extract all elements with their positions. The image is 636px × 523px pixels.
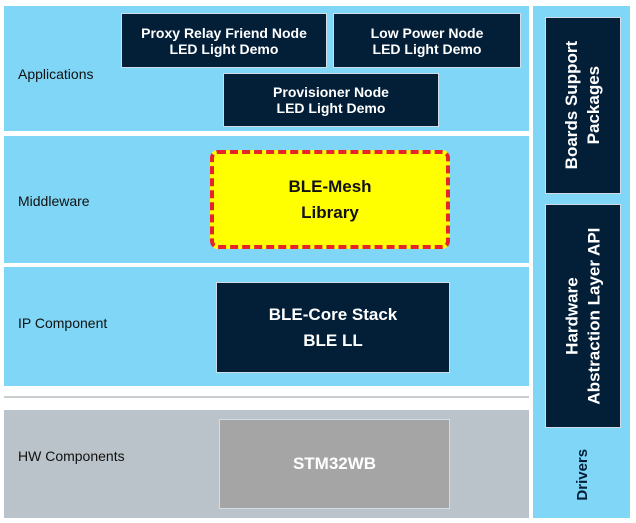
- middleware-label: Middleware: [18, 193, 90, 209]
- box-line: LED Light Demo: [169, 40, 279, 57]
- box-line: Library: [301, 202, 359, 222]
- ip-component-label: IP Component: [18, 315, 108, 331]
- stm32wb-box: STM32WB: [219, 419, 450, 509]
- box-line: BLE LL: [303, 330, 363, 350]
- divider-line: [4, 396, 529, 398]
- box-line: LED Light Demo: [276, 100, 386, 116]
- hw-components-label: HW Components: [18, 448, 125, 464]
- applications-label: Applications: [18, 66, 94, 82]
- box-line: Provisioner Node: [273, 84, 389, 100]
- box-line: STM32WB: [292, 454, 377, 473]
- low-power-node-box: Low Power Node LED Light Demo: [333, 13, 521, 68]
- drivers-text: Drivers: [574, 449, 592, 501]
- box-line: Boards Support: [561, 41, 581, 170]
- hardware-abstraction-layer-box: Hardware Abstraction Layer API: [545, 204, 621, 428]
- ble-mesh-library-box: BLE-Mesh Library: [210, 150, 450, 249]
- drivers-label: Drivers: [545, 440, 621, 510]
- box-line: LED Light Demo: [372, 40, 482, 57]
- box-line: Abstraction Layer API: [584, 227, 604, 405]
- box-line: BLE-Mesh: [288, 177, 372, 196]
- ble-core-stack-box: BLE-Core Stack BLE LL: [216, 282, 450, 373]
- boards-support-packages-box: Boards Support Packages: [545, 17, 621, 194]
- provisioner-node-box: Provisioner Node LED Light Demo: [223, 73, 439, 127]
- box-line: Packages: [584, 66, 604, 145]
- box-line: BLE-Core Stack: [268, 305, 398, 324]
- architecture-diagram: Applications Proxy Relay Friend Node LED…: [0, 0, 636, 523]
- box-line: Hardware: [561, 277, 581, 355]
- proxy-relay-friend-node-box: Proxy Relay Friend Node LED Light Demo: [121, 13, 327, 68]
- box-line: Proxy Relay Friend Node: [141, 24, 307, 41]
- box-line: Low Power Node: [370, 24, 484, 41]
